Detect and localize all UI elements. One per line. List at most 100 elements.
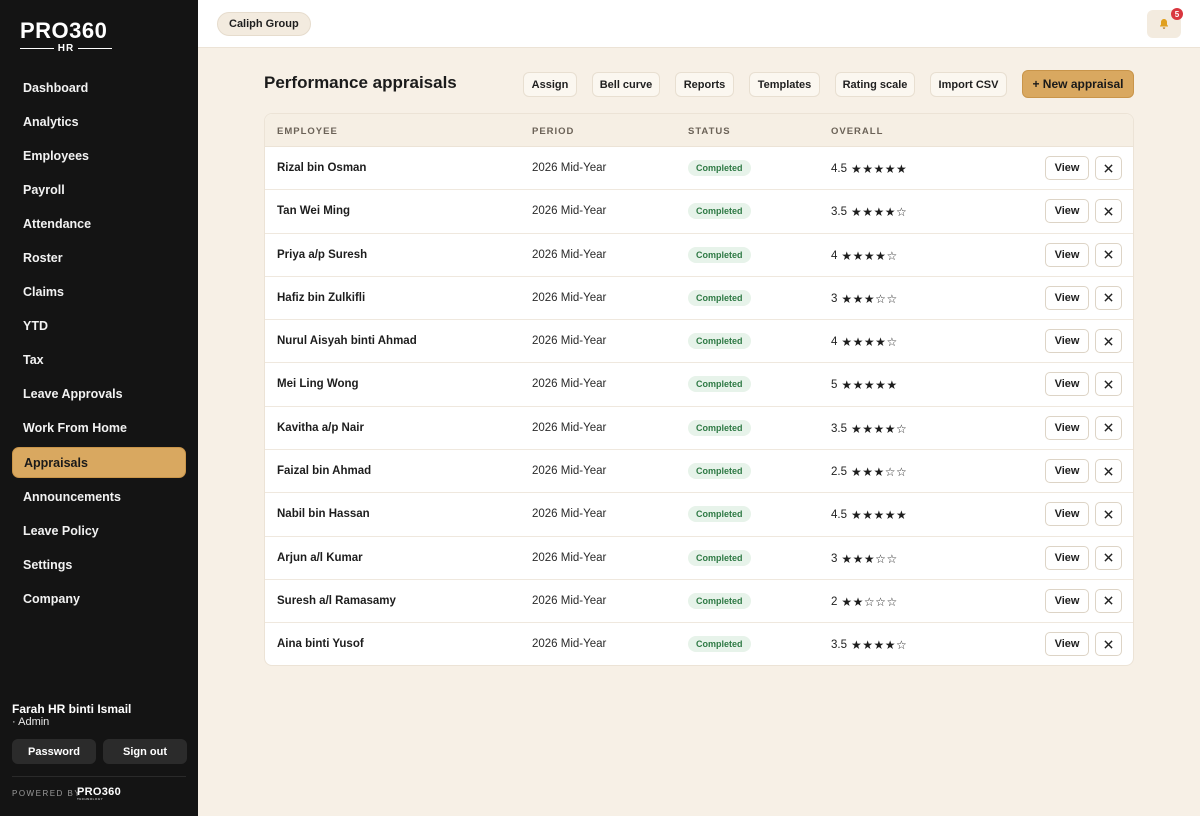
view-button[interactable]: View xyxy=(1045,285,1089,310)
delete-button[interactable] xyxy=(1095,415,1122,440)
reports-button[interactable]: Reports xyxy=(675,72,734,97)
delete-button[interactable] xyxy=(1095,372,1122,397)
star-rating: ★★★★★ xyxy=(841,378,898,393)
table-row: Kavitha a/p Nair 2026 Mid-Year Completed 3.… xyxy=(265,407,1133,451)
star-rating: ★★☆☆☆ xyxy=(841,594,898,609)
logo-sub-text: HR xyxy=(57,43,75,54)
appraisal-period: 2026 Mid-Year xyxy=(532,162,607,174)
header-overall[interactable]: OVERALL xyxy=(831,126,883,137)
star-rating: ★★★☆☆ xyxy=(841,291,898,306)
view-button[interactable]: View xyxy=(1045,415,1089,440)
sidebar-item-work-from-home[interactable]: Work From Home xyxy=(12,413,186,444)
overall-score: 3 xyxy=(831,552,838,565)
sidebar-item-employees[interactable]: Employees xyxy=(12,140,186,171)
delete-button[interactable] xyxy=(1095,632,1122,657)
overall-rating: 3 ★★★☆☆ xyxy=(831,552,898,566)
view-button[interactable]: View xyxy=(1045,156,1089,180)
sidebar-item-company[interactable]: Company xyxy=(12,583,186,614)
table-row: Suresh a/l Ramasamy 2026 Mid-Year Complete… xyxy=(265,580,1133,624)
view-button[interactable]: View xyxy=(1045,199,1089,224)
overall-rating: 3.5 ★★★★☆ xyxy=(831,205,907,219)
sidebar-item-payroll[interactable]: Payroll xyxy=(12,174,186,205)
delete-button[interactable] xyxy=(1095,329,1122,354)
header-employee[interactable]: EMPLOYEE xyxy=(277,126,338,137)
overall-rating: 4 ★★★★☆ xyxy=(831,335,898,349)
delete-button[interactable] xyxy=(1095,199,1122,224)
delete-button[interactable] xyxy=(1095,545,1122,570)
status-badge: Completed xyxy=(688,549,751,566)
status-badge: Completed xyxy=(688,203,751,220)
view-button[interactable]: View xyxy=(1045,242,1089,267)
close-icon xyxy=(1104,640,1113,649)
view-button[interactable]: View xyxy=(1045,502,1089,527)
templates-button[interactable]: Templates xyxy=(749,72,820,97)
sidebar-item-ytd[interactable]: YTD xyxy=(12,311,186,342)
appraisal-period: 2026 Mid-Year xyxy=(532,465,607,478)
sidebar-item-tax[interactable]: Tax xyxy=(12,345,186,376)
powered-by-logo: PRO360 TECHNOLOGY xyxy=(77,786,121,801)
star-rating: ★★★★★ xyxy=(851,508,908,523)
sidebar-item-leave-approvals[interactable]: Leave Approvals xyxy=(12,379,186,410)
sidebar-divider xyxy=(12,776,186,777)
close-icon xyxy=(1104,596,1113,606)
delete-button[interactable] xyxy=(1095,285,1122,310)
delete-button[interactable] xyxy=(1095,459,1122,484)
status-badge: Completed xyxy=(688,246,751,263)
appraisal-period: 2026 Mid-Year xyxy=(532,594,607,607)
employee-name: Priya a/p Suresh xyxy=(277,248,368,261)
status-badge: Completed xyxy=(688,376,751,393)
view-button[interactable]: View xyxy=(1045,372,1089,397)
delete-button[interactable] xyxy=(1095,156,1122,180)
rating-scale-button[interactable]: Rating scale xyxy=(835,72,915,97)
sidebar-item-claims[interactable]: Claims xyxy=(12,277,186,308)
view-button[interactable]: View xyxy=(1045,329,1089,354)
sidebar-item-settings[interactable]: Settings xyxy=(12,549,186,580)
appraisal-period: 2026 Mid-Year xyxy=(532,378,607,391)
overall-rating: 4 ★★★★☆ xyxy=(831,249,898,263)
table-row: Hafiz bin Zulkifli 2026 Mid-Year Completed… xyxy=(265,277,1133,321)
overall-score: 3.5 xyxy=(831,206,847,219)
close-icon xyxy=(1104,337,1113,346)
view-button[interactable]: View xyxy=(1045,632,1089,657)
view-button[interactable]: View xyxy=(1045,545,1089,570)
table-row: Arjun a/l Kumar 2026 Mid-Year Completed 3 ★★… xyxy=(265,537,1133,580)
status-badge: Completed xyxy=(688,160,751,176)
sidebar-item-announcements[interactable]: Announcements xyxy=(12,481,186,512)
employee-name: Arjun a/l Kumar xyxy=(277,551,363,564)
sign-out-button[interactable]: Sign out xyxy=(103,739,187,764)
sidebar-item-roster[interactable]: Roster xyxy=(12,242,186,273)
appraisal-period: 2026 Mid-Year xyxy=(532,335,607,348)
header-period[interactable]: PERIOD xyxy=(532,126,574,137)
sidebar-item-dashboard[interactable]: Dashboard xyxy=(12,72,186,103)
delete-button[interactable] xyxy=(1095,588,1122,613)
status-badge: Completed xyxy=(688,506,751,523)
password-button[interactable]: Password xyxy=(12,739,96,764)
notification-badge: 5 xyxy=(1171,8,1183,20)
overall-rating: 3.5 ★★★★☆ xyxy=(831,422,907,436)
appraisal-period: 2026 Mid-Year xyxy=(532,421,607,434)
delete-button[interactable] xyxy=(1095,502,1122,527)
delete-button[interactable] xyxy=(1095,242,1122,267)
bell-icon xyxy=(1160,19,1168,29)
assign-button[interactable]: Assign xyxy=(523,72,577,97)
sidebar-item-analytics[interactable]: Analytics xyxy=(12,106,186,137)
view-button[interactable]: View xyxy=(1045,588,1089,613)
org-switcher[interactable]: Caliph Group xyxy=(217,12,311,36)
view-button[interactable]: View xyxy=(1045,459,1089,484)
overall-score: 3 xyxy=(831,292,838,305)
header-status[interactable]: STATUS xyxy=(688,126,731,137)
powered-by-label: POWERED BY xyxy=(12,789,82,798)
brand-logo[interactable]: PRO360 HR xyxy=(20,20,113,56)
sidebar-item-leave-policy[interactable]: Leave Policy xyxy=(12,515,186,546)
import-csv-button[interactable]: Import CSV xyxy=(930,72,1007,97)
close-icon xyxy=(1104,466,1113,476)
sidebar-item-appraisals[interactable]: Appraisals xyxy=(12,447,186,479)
bell-curve-button[interactable]: Bell curve xyxy=(592,72,660,97)
sidebar-item-attendance[interactable]: Attendance xyxy=(12,208,186,239)
close-icon xyxy=(1104,380,1113,389)
overall-rating: 3 ★★★☆☆ xyxy=(831,292,898,306)
new-appraisal-button[interactable]: + New appraisal xyxy=(1022,70,1134,98)
overall-score: 4.5 xyxy=(831,509,847,522)
star-rating: ★★★★★ xyxy=(851,162,908,176)
status-badge: Completed xyxy=(688,289,751,306)
